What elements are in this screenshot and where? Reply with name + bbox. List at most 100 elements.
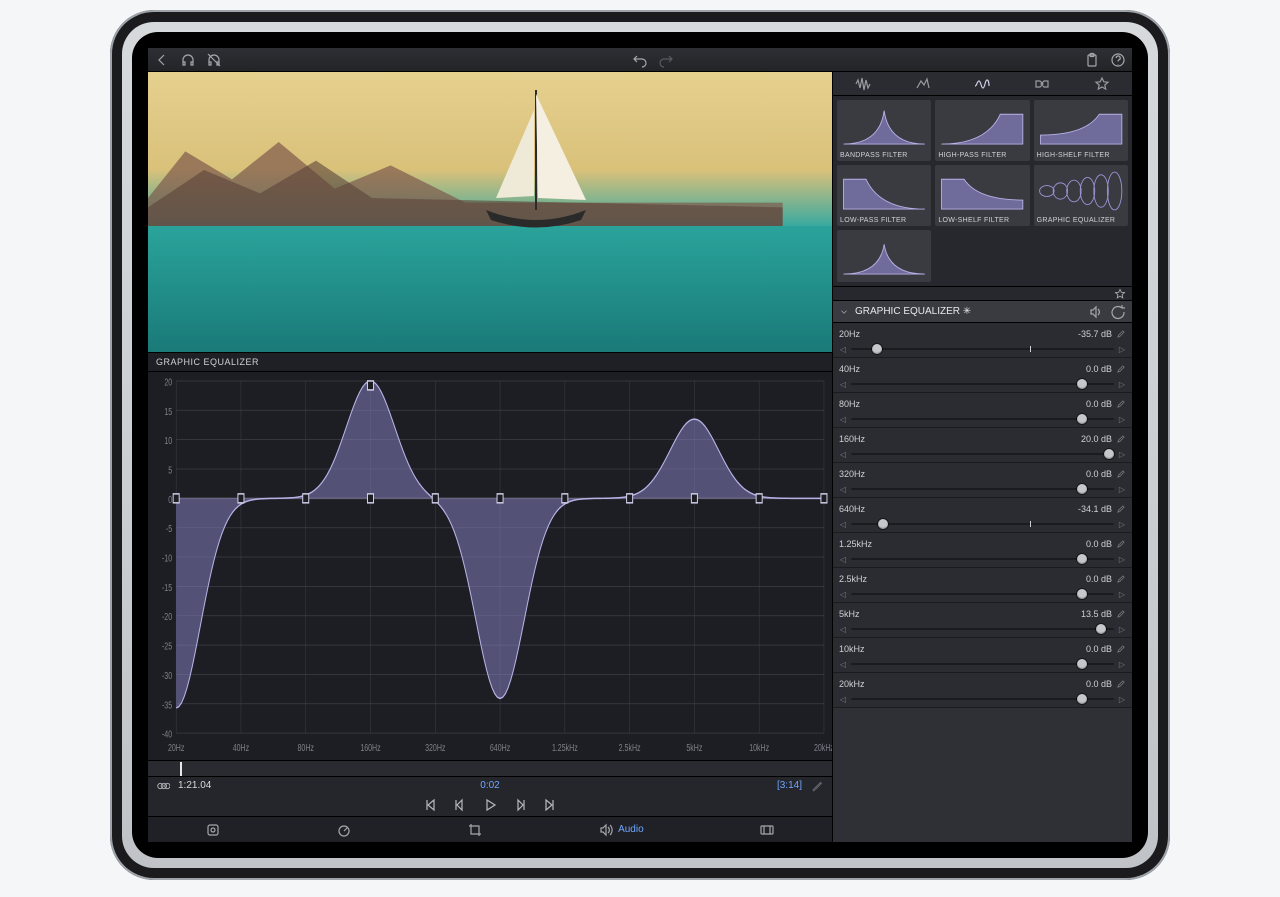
band-slider[interactable] <box>851 518 1114 530</box>
pencil-icon[interactable] <box>1116 326 1126 342</box>
skip-end-icon[interactable] <box>542 797 558 813</box>
preset-label: LOW-PASS FILTER <box>839 215 929 224</box>
nudge-right-icon[interactable]: ▷ <box>1118 380 1126 389</box>
tab-eq-icon[interactable] <box>974 76 990 92</box>
bottom-tab-crop[interactable] <box>467 822 483 838</box>
nudge-left-icon[interactable]: ◁ <box>839 625 847 634</box>
nudge-right-icon[interactable]: ▷ <box>1118 590 1126 599</box>
pencil-icon[interactable] <box>1116 466 1126 482</box>
nudge-right-icon[interactable]: ▷ <box>1118 415 1126 424</box>
band-slider[interactable] <box>851 658 1114 670</box>
svg-text:-10: -10 <box>162 552 172 564</box>
nudge-left-icon[interactable]: ◁ <box>839 380 847 389</box>
headphones-icon[interactable] <box>180 52 196 68</box>
band-freq: 10kHz <box>839 644 865 654</box>
tab-favorite-icon[interactable] <box>1094 76 1110 92</box>
preset-bandpass[interactable]: BANDPASS FILTER <box>837 100 931 161</box>
nudge-right-icon[interactable]: ▷ <box>1118 695 1126 704</box>
eq-graph[interactable]: 20151050-5-10-15-20-25-30-35-4020Hz40Hz8… <box>148 372 832 760</box>
brush-icon[interactable] <box>810 778 824 794</box>
band-slider[interactable] <box>851 378 1114 390</box>
pencil-icon[interactable] <box>1116 571 1126 587</box>
bottom-tab-color[interactable] <box>205 822 221 838</box>
band-freq: 2.5kHz <box>839 574 867 584</box>
crop-icon <box>467 822 483 838</box>
nudge-left-icon[interactable]: ◁ <box>839 695 847 704</box>
clipboard-icon[interactable] <box>1084 52 1100 68</box>
nudge-left-icon[interactable]: ◁ <box>839 555 847 564</box>
band-gain: 0.0 dB <box>1086 644 1112 654</box>
pencil-icon[interactable] <box>1116 606 1126 622</box>
tab-levels-icon[interactable] <box>915 76 931 92</box>
band-slider[interactable] <box>851 483 1114 495</box>
speaker-icon[interactable] <box>1088 304 1104 320</box>
preset-peak[interactable] <box>837 230 931 282</box>
pencil-icon[interactable] <box>1116 396 1126 412</box>
band-slider[interactable] <box>851 623 1114 635</box>
svg-text:160Hz: 160Hz <box>360 742 380 754</box>
preset-label: LOW-SHELF FILTER <box>937 215 1027 224</box>
bottom-tab-effects[interactable] <box>759 822 775 838</box>
preset-highpass[interactable]: HIGH-PASS FILTER <box>935 100 1029 161</box>
svg-text:640Hz: 640Hz <box>490 742 510 754</box>
band-slider[interactable] <box>851 413 1114 425</box>
transport-offset-time: 0:02 <box>266 780 714 791</box>
nudge-left-icon[interactable]: ◁ <box>839 660 847 669</box>
preset-highshelf[interactable]: HIGH-SHELF FILTER <box>1034 100 1128 161</box>
pencil-icon[interactable] <box>1116 361 1126 377</box>
band-slider[interactable] <box>851 693 1114 705</box>
nudge-right-icon[interactable]: ▷ <box>1118 485 1126 494</box>
nudge-left-icon[interactable]: ◁ <box>839 485 847 494</box>
redo-icon[interactable] <box>658 52 674 68</box>
band-slider[interactable] <box>851 448 1114 460</box>
eq-band-320Hz: 320Hz0.0 dB◁▷ <box>833 463 1132 498</box>
nudge-right-icon[interactable]: ▷ <box>1118 520 1126 529</box>
headphones-off-icon[interactable] <box>206 52 222 68</box>
layers-icon[interactable] <box>156 778 170 794</box>
nudge-left-icon[interactable]: ◁ <box>839 520 847 529</box>
bottom-tab-audio[interactable]: Audio <box>598 822 644 838</box>
step-back-icon[interactable] <box>452 797 468 813</box>
pencil-icon[interactable] <box>1116 536 1126 552</box>
nudge-right-icon[interactable]: ▷ <box>1118 555 1126 564</box>
nudge-left-icon[interactable]: ◁ <box>839 590 847 599</box>
skip-start-icon[interactable] <box>422 797 438 813</box>
reset-icon[interactable] <box>1110 304 1126 320</box>
preset-lowshelf[interactable]: LOW-SHELF FILTER <box>935 165 1029 226</box>
tab-pan-icon[interactable] <box>1034 76 1050 92</box>
nudge-right-icon[interactable]: ▷ <box>1118 345 1126 354</box>
scrub-bar[interactable] <box>148 761 832 777</box>
pencil-icon[interactable] <box>1116 501 1126 517</box>
undo-icon[interactable] <box>632 52 648 68</box>
back-icon[interactable] <box>154 52 170 68</box>
preset-favorite-icon[interactable] <box>1114 288 1126 300</box>
bottom-tab-speed[interactable] <box>336 822 352 838</box>
play-icon[interactable] <box>482 797 498 813</box>
eq-band-5kHz: 5kHz13.5 dB◁▷ <box>833 603 1132 638</box>
nudge-left-icon[interactable]: ◁ <box>839 450 847 459</box>
preset-lowpass[interactable]: LOW-PASS FILTER <box>837 165 931 226</box>
nudge-right-icon[interactable]: ▷ <box>1118 450 1126 459</box>
video-preview[interactable] <box>148 72 832 352</box>
band-gain: 20.0 dB <box>1081 434 1112 444</box>
band-slider[interactable] <box>851 343 1114 355</box>
pencil-icon[interactable] <box>1116 641 1126 657</box>
nudge-left-icon[interactable]: ◁ <box>839 415 847 424</box>
eq-band-10kHz: 10kHz 0.0 dB ◁ ▷ <box>833 638 1132 673</box>
step-forward-icon[interactable] <box>512 797 528 813</box>
band-slider[interactable] <box>851 553 1114 565</box>
preset-geq[interactable]: GRAPHIC EQUALIZER <box>1034 165 1128 226</box>
preset-thumb <box>1036 167 1126 215</box>
band-slider[interactable] <box>851 588 1114 600</box>
bottom-tab-label: Audio <box>618 824 644 835</box>
help-icon[interactable] <box>1110 52 1126 68</box>
nudge-right-icon[interactable]: ▷ <box>1118 625 1126 634</box>
band-freq: 80Hz <box>839 399 860 409</box>
tab-waveform-icon[interactable] <box>855 76 871 92</box>
pencil-icon[interactable] <box>1116 676 1126 692</box>
band-freq: 320Hz <box>839 469 865 479</box>
pencil-icon[interactable] <box>1116 431 1126 447</box>
eq-section-header[interactable]: GRAPHIC EQUALIZER ✳ <box>833 301 1132 323</box>
nudge-left-icon[interactable]: ◁ <box>839 345 847 354</box>
nudge-right-icon[interactable]: ▷ <box>1118 660 1126 669</box>
